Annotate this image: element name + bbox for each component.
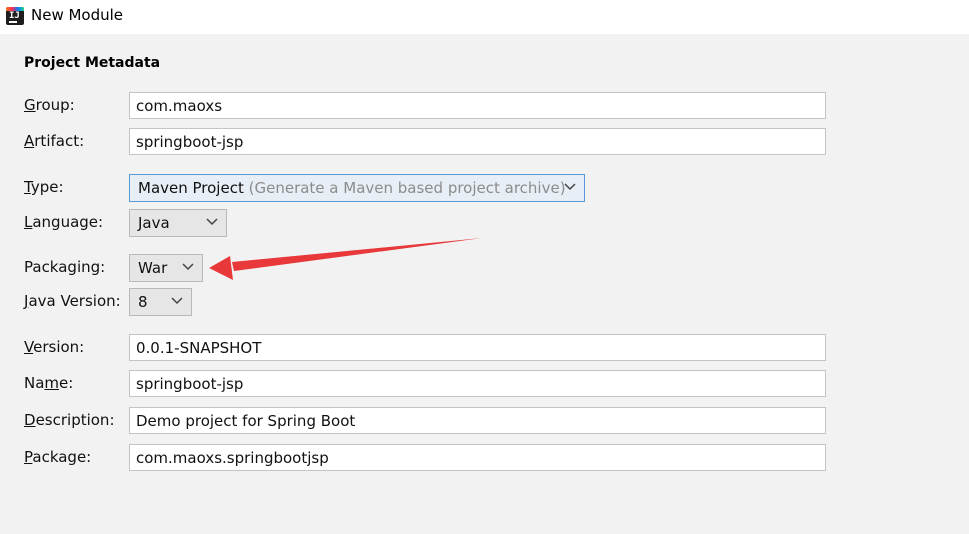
artifact-label: Artifact: bbox=[24, 132, 85, 150]
java-version-select-value: 8 bbox=[138, 293, 148, 311]
intellij-idea-icon: IJ bbox=[6, 7, 24, 25]
packaging-select[interactable]: War bbox=[129, 254, 203, 282]
chevron-down-icon bbox=[171, 297, 183, 305]
group-input[interactable]: com.maoxs bbox=[129, 92, 826, 119]
packaging-label: Packaging: bbox=[24, 258, 106, 276]
version-label: Version: bbox=[24, 338, 85, 356]
java-version-select[interactable]: 8 bbox=[129, 288, 192, 316]
description-label: Description: bbox=[24, 411, 115, 429]
version-input[interactable]: 0.0.1-SNAPSHOT bbox=[129, 334, 826, 361]
artifact-input[interactable]: springboot-jsp bbox=[129, 128, 826, 155]
name-label: Name: bbox=[24, 374, 74, 392]
package-label: Package: bbox=[24, 448, 92, 466]
chevron-down-icon bbox=[206, 218, 218, 226]
type-select[interactable]: Maven Project (Generate a Maven based pr… bbox=[129, 174, 585, 202]
language-select[interactable]: Java bbox=[129, 209, 227, 237]
type-select-hint: (Generate a Maven based project archive) bbox=[248, 179, 566, 197]
description-input[interactable]: Demo project for Spring Boot bbox=[129, 407, 826, 434]
language-label: Language: bbox=[24, 213, 104, 231]
chevron-down-icon bbox=[564, 183, 576, 191]
packaging-select-value: War bbox=[138, 259, 168, 277]
type-label: Type: bbox=[24, 178, 64, 196]
group-label: Group: bbox=[24, 96, 75, 114]
java-version-label: Java Version: bbox=[24, 292, 121, 310]
name-input[interactable]: springboot-jsp bbox=[129, 370, 826, 397]
chevron-down-icon bbox=[182, 263, 194, 271]
package-input[interactable]: com.maoxs.springbootjsp bbox=[129, 444, 826, 471]
type-select-value: Maven Project bbox=[138, 179, 244, 197]
window-title: New Module bbox=[31, 6, 124, 24]
language-select-value: Java bbox=[138, 214, 170, 232]
title-bar: IJ New Module bbox=[0, 0, 969, 34]
section-title: Project Metadata bbox=[24, 55, 161, 71]
